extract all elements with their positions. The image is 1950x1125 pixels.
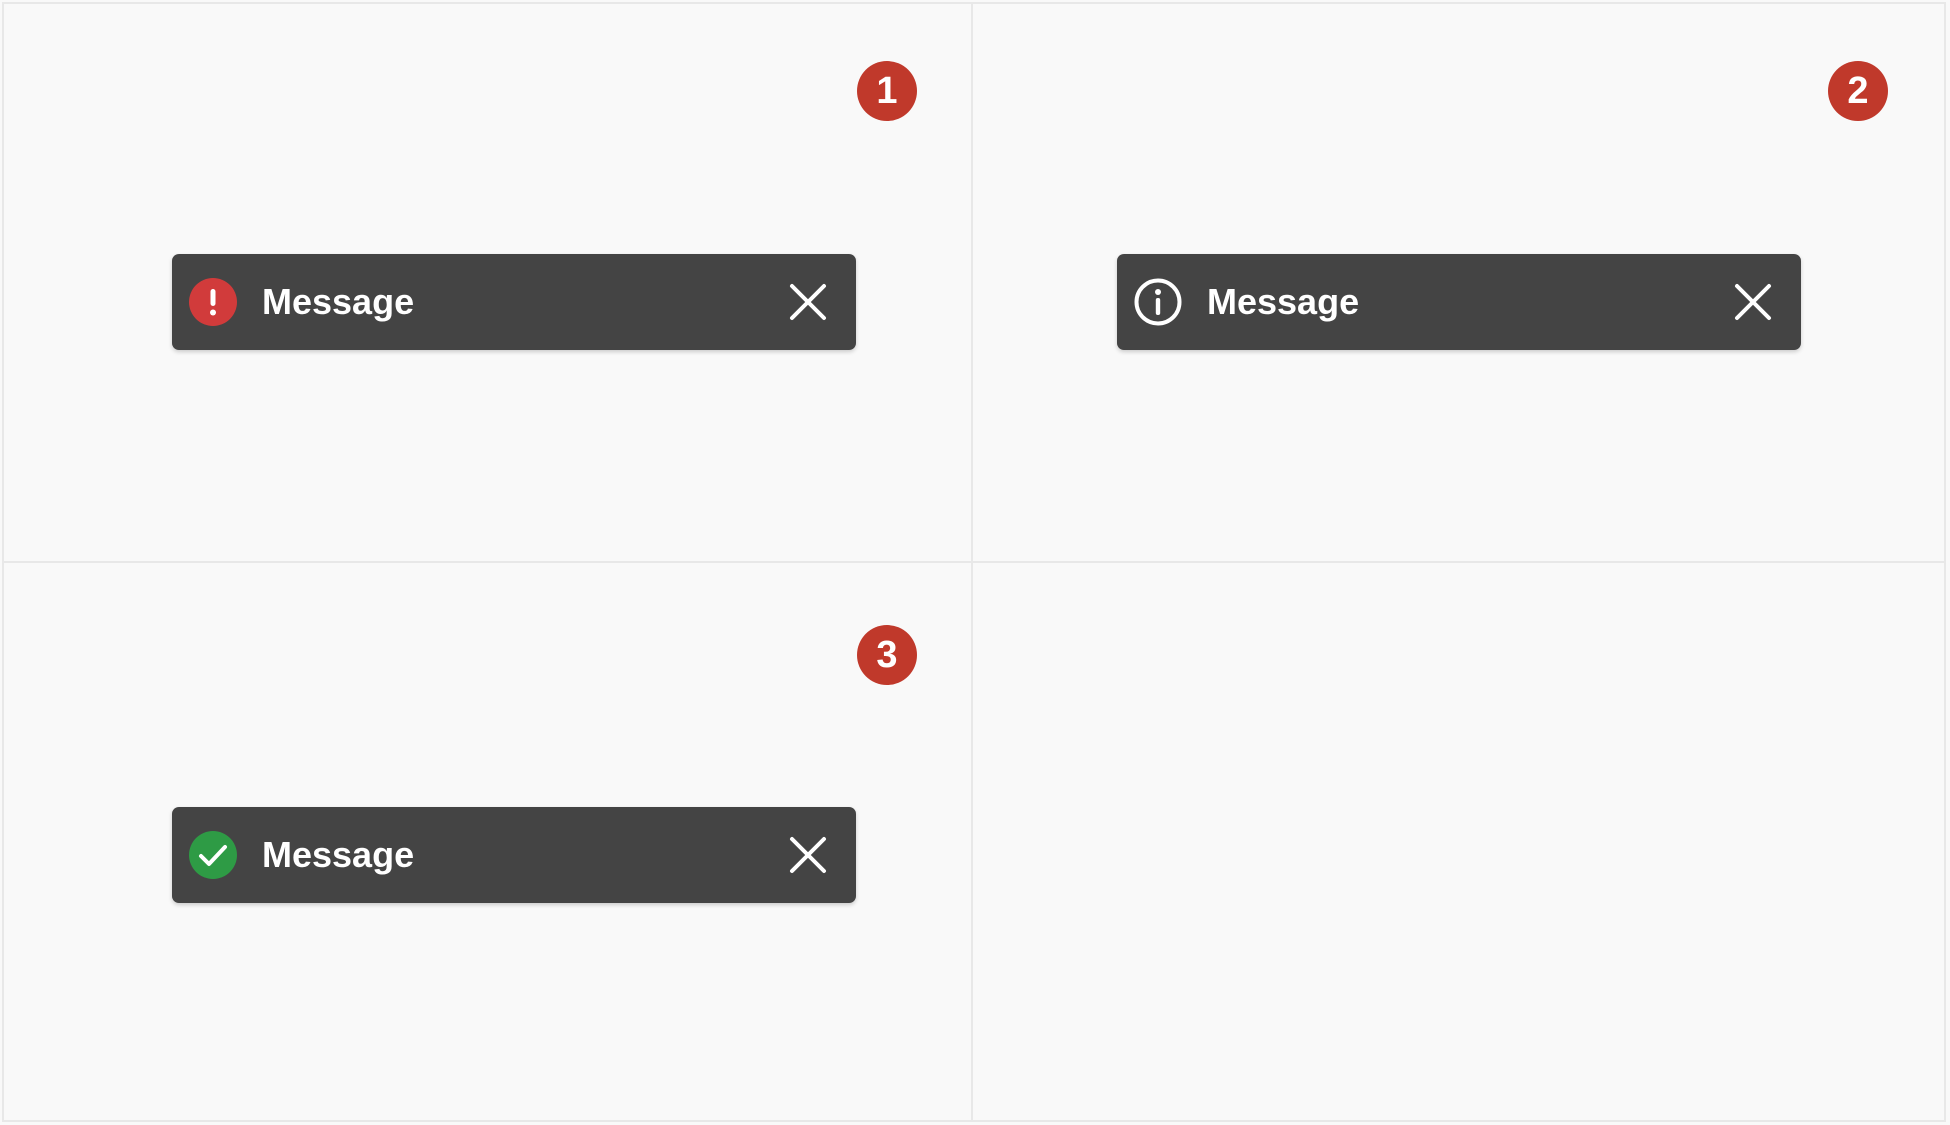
info-icon	[1134, 278, 1182, 326]
panel-info: 2 Message	[972, 2, 1946, 562]
panel-success: 3 Message	[2, 562, 972, 1122]
annotation-grid: 1 Message 2 Message 3 Message	[2, 2, 1946, 1122]
close-icon[interactable]	[788, 835, 828, 875]
close-icon[interactable]	[788, 282, 828, 322]
error-icon	[189, 278, 237, 326]
panel-error: 1 Message	[2, 2, 972, 562]
toast-message: Message	[262, 834, 415, 875]
info-toast: Message	[1117, 254, 1801, 350]
marker-badge: 2	[1828, 61, 1888, 121]
marker-badge: 1	[857, 61, 917, 121]
success-icon	[189, 831, 237, 879]
success-toast: Message	[172, 807, 856, 903]
panel-empty	[972, 562, 1946, 1122]
toast-message: Message	[262, 281, 415, 322]
close-icon[interactable]	[1733, 282, 1773, 322]
error-toast: Message	[172, 254, 856, 350]
toast-message: Message	[1207, 281, 1360, 322]
marker-badge: 3	[857, 625, 917, 685]
